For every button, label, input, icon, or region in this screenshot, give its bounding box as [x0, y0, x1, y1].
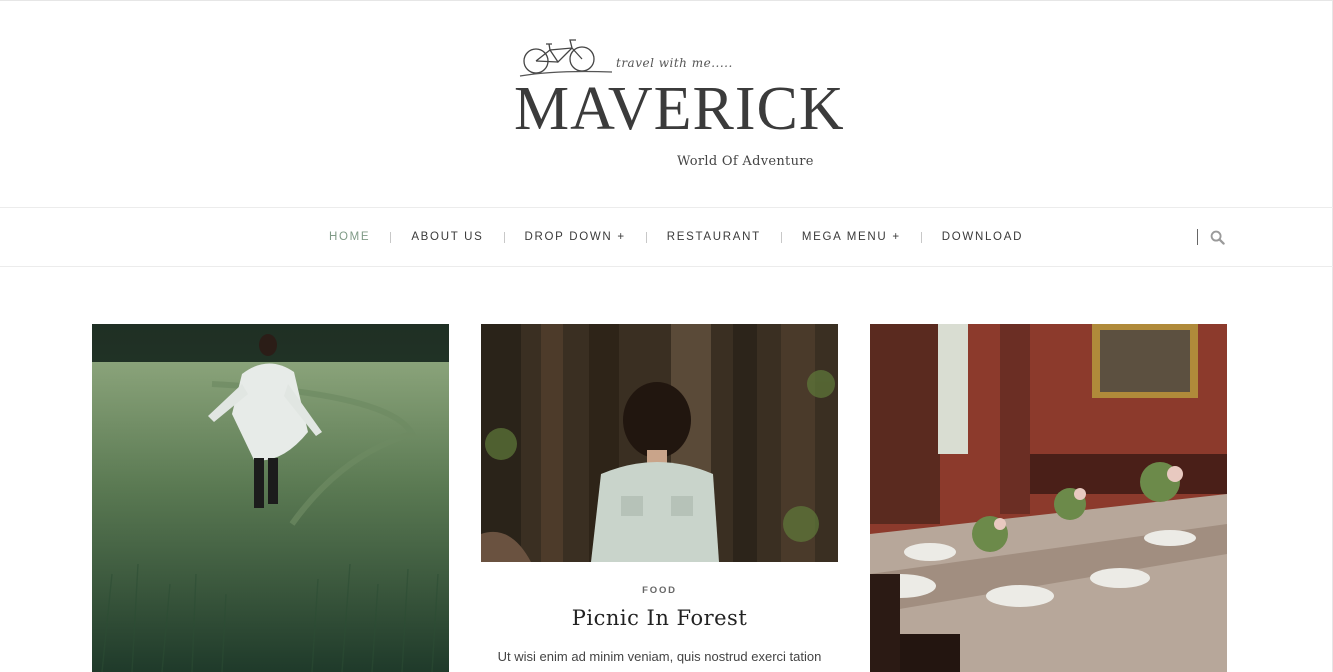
nav-menu: HOME ABOUT US DROP DOWN + RESTAURANT MEG… — [309, 208, 1043, 266]
post-card[interactable] — [92, 324, 449, 672]
post-card[interactable]: FOOD Picnic In Forest Ut wisi enim ad mi… — [481, 324, 838, 672]
post-image-wheat-field[interactable] — [92, 324, 449, 672]
post-card[interactable] — [870, 324, 1227, 672]
nav-item-about-us[interactable]: ABOUT US — [391, 231, 503, 243]
nav-item-mega-menu[interactable]: MEGA MENU + — [782, 231, 921, 243]
search-divider — [1197, 229, 1198, 245]
post-excerpt: Ut wisi enim ad minim veniam, quis nostr… — [497, 649, 822, 664]
search-icon[interactable] — [1210, 230, 1225, 245]
site-subtitle: World Of Adventure — [677, 154, 814, 169]
site-title: MAVERICK — [514, 75, 845, 143]
logo-tagline: travel with me..... — [616, 56, 733, 70]
site-header: travel with me..... MAVERICK World Of Ad… — [0, 0, 1333, 207]
post-title[interactable]: Picnic In Forest — [481, 606, 838, 630]
nav-item-download[interactable]: DOWNLOAD — [922, 231, 1043, 243]
site-logo[interactable]: travel with me..... MAVERICK World Of Ad… — [514, 30, 844, 190]
post-image-dining-table[interactable] — [870, 324, 1227, 672]
bicycle-icon — [519, 39, 613, 77]
post-category[interactable]: FOOD — [481, 585, 838, 596]
nav-item-restaurant[interactable]: RESTAURANT — [647, 231, 781, 243]
nav-item-home[interactable]: HOME — [309, 231, 390, 243]
search-toggle[interactable] — [1197, 229, 1225, 245]
post-image-forest[interactable] — [481, 324, 838, 562]
main-navigation: HOME ABOUT US DROP DOWN + RESTAURANT MEG… — [0, 207, 1333, 267]
nav-item-drop-down[interactable]: DROP DOWN + — [505, 231, 646, 243]
